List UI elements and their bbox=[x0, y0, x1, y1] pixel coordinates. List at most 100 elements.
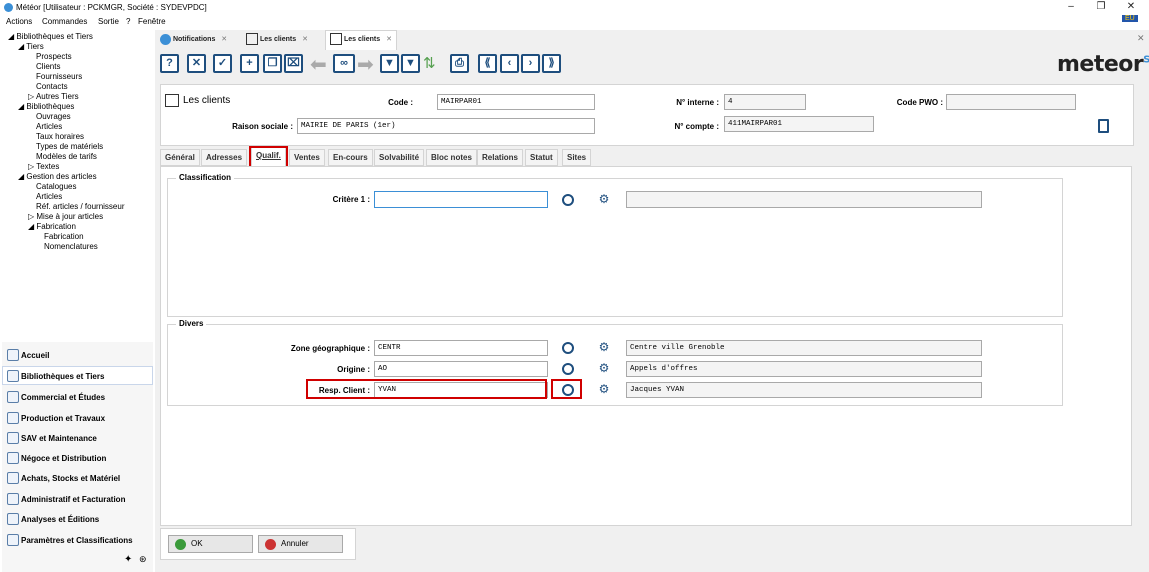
help-button[interactable]: ? bbox=[160, 54, 179, 73]
minimize-button[interactable]: – bbox=[1060, 0, 1082, 15]
sav-icon bbox=[7, 432, 19, 444]
tree-item[interactable]: ◢ Gestion des articles bbox=[18, 172, 97, 182]
menu-help[interactable]: ? bbox=[126, 17, 130, 26]
next-arrow-icon[interactable]: ➡ bbox=[357, 52, 374, 77]
nav-production[interactable]: Production et Travaux bbox=[2, 408, 153, 427]
tree-item[interactable]: Fournisseurs bbox=[36, 72, 82, 82]
resp-desc: Jacques YVAN bbox=[626, 382, 982, 398]
nav-parametres[interactable]: Paramètres et Classifications bbox=[2, 530, 153, 549]
filter-plus-button[interactable]: ▼ bbox=[401, 54, 420, 73]
tree-item[interactable]: ◢ Bibliothèques bbox=[18, 102, 74, 112]
tab-general[interactable]: Général bbox=[160, 149, 200, 166]
gear-icon[interactable]: ⚙ bbox=[598, 341, 610, 353]
maximize-button[interactable]: ❐ bbox=[1090, 0, 1112, 15]
zone-label: Zone géographique : bbox=[290, 344, 370, 353]
prev-button[interactable]: ‹ bbox=[500, 54, 519, 73]
copy-button[interactable]: ❐ bbox=[263, 54, 282, 73]
tree-item[interactable]: ▷ Mise à jour articles bbox=[28, 212, 103, 222]
tab-statut[interactable]: Statut bbox=[525, 149, 558, 166]
search-icon[interactable] bbox=[562, 342, 574, 354]
nav-bibliotheques[interactable]: Bibliothèques et Tiers bbox=[2, 366, 153, 385]
nav-administratif[interactable]: Administratif et Facturation bbox=[2, 489, 153, 508]
tree-item[interactable]: Clients bbox=[36, 62, 60, 72]
nav-commercial[interactable]: Commercial et Études bbox=[2, 387, 153, 406]
close-tab-icon[interactable]: ✕ bbox=[386, 36, 392, 43]
tree-item[interactable]: ▷ Textes bbox=[28, 162, 59, 172]
tree-item[interactable]: ▷ Autres Tiers bbox=[28, 92, 79, 102]
tree-item[interactable]: ◢ Fabrication bbox=[28, 222, 76, 232]
close-all-icon[interactable]: ✕ bbox=[1137, 33, 1145, 44]
code-field[interactable]: MAIRPAR01 bbox=[437, 94, 595, 110]
nav-achats[interactable]: Achats, Stocks et Matériel bbox=[2, 468, 153, 487]
menu-sortie[interactable]: Sortie bbox=[98, 17, 119, 26]
nav-accueil[interactable]: Accueil bbox=[2, 345, 153, 364]
tab-solvabilite[interactable]: Solvabilité bbox=[374, 149, 425, 166]
filter-button[interactable]: ▼ bbox=[380, 54, 399, 73]
next-button[interactable]: › bbox=[521, 54, 540, 73]
tab-bloc-notes[interactable]: Bloc notes bbox=[426, 149, 477, 166]
collapse-icon[interactable]: ⊛ bbox=[139, 554, 147, 565]
ok-button[interactable]: OK bbox=[168, 535, 253, 553]
cancel-button[interactable]: Annuler bbox=[258, 535, 343, 553]
menu-commandes[interactable]: Commandes bbox=[42, 17, 87, 26]
first-button[interactable]: ⟪ bbox=[478, 54, 497, 73]
menu-fenetre[interactable]: Fenêtre bbox=[138, 17, 166, 26]
tab-notifications[interactable]: Notifications ✕ bbox=[160, 32, 227, 50]
tree-item[interactable]: ◢ Tiers bbox=[18, 42, 44, 52]
clear-button[interactable]: ⌧ bbox=[284, 54, 303, 73]
tree-item[interactable]: Prospects bbox=[36, 52, 72, 62]
nav-negoce[interactable]: Négoce et Distribution bbox=[2, 448, 153, 467]
close-tab-icon[interactable]: ✕ bbox=[302, 36, 308, 43]
pin-icon[interactable]: ✦ bbox=[124, 554, 132, 565]
nav-sav[interactable]: SAV et Maintenance bbox=[2, 428, 153, 447]
validate-button[interactable]: ✓ bbox=[213, 54, 232, 73]
tree-item[interactable]: Articles bbox=[36, 192, 62, 202]
add-button[interactable]: + bbox=[240, 54, 259, 73]
tab-les-clients-2[interactable]: Les clients ✕ bbox=[325, 30, 397, 50]
tree-item[interactable]: Modèles de tarifs bbox=[36, 152, 97, 162]
raison-field[interactable]: MAIRIE DE PARIS (1er) bbox=[297, 118, 595, 134]
tree-item[interactable]: Fabrication bbox=[44, 232, 84, 242]
tree-item[interactable]: Taux horaires bbox=[36, 132, 84, 142]
tab-ventes[interactable]: Ventes bbox=[289, 149, 325, 166]
tab-adresses[interactable]: Adresses bbox=[201, 149, 248, 166]
previous-arrow-icon[interactable]: ⬅ bbox=[310, 52, 327, 77]
gear-icon[interactable]: ⚙ bbox=[598, 193, 610, 205]
pwo-label: Code PWO : bbox=[896, 98, 943, 107]
last-button[interactable]: ⟫ bbox=[542, 54, 561, 73]
tree-item[interactable]: ◢ Bibliothèques et Tiers bbox=[8, 32, 93, 42]
tree-item[interactable]: Articles bbox=[36, 122, 62, 132]
tree-item[interactable]: Réf. articles / fournisseur bbox=[36, 202, 124, 212]
search-icon[interactable] bbox=[562, 363, 574, 375]
tree-item[interactable]: Ouvrages bbox=[36, 112, 71, 122]
tree-item[interactable]: Contacts bbox=[36, 82, 68, 92]
tree-item[interactable]: Types de matériels bbox=[36, 142, 103, 152]
tab-en-cours[interactable]: En-cours bbox=[328, 149, 373, 166]
negoce-icon bbox=[7, 452, 19, 464]
gear-icon[interactable]: ⚙ bbox=[598, 362, 610, 374]
sort-icon[interactable]: ⇅ bbox=[423, 54, 436, 72]
document-icon[interactable] bbox=[1098, 119, 1109, 133]
search-icon[interactable] bbox=[562, 194, 574, 206]
print-button[interactable]: ⎙ bbox=[450, 54, 469, 73]
zone-field[interactable]: CENTR bbox=[374, 340, 548, 356]
tree-item[interactable]: Nomenclatures bbox=[44, 242, 98, 252]
critere-field[interactable] bbox=[374, 191, 548, 208]
tab-les-clients-1[interactable]: Les clients ✕ bbox=[246, 32, 308, 50]
lang-badge: EU bbox=[1122, 15, 1138, 22]
gear-icon[interactable]: ⚙ bbox=[598, 383, 610, 395]
tree-item[interactable]: Catalogues bbox=[36, 182, 76, 192]
close-tab-icon[interactable]: ✕ bbox=[221, 36, 227, 43]
nav-analyses[interactable]: Analyses et Éditions bbox=[2, 509, 153, 528]
menu-actions[interactable]: Actions bbox=[6, 17, 32, 26]
critere-label: Critère 1 : bbox=[332, 195, 370, 204]
delete-button[interactable]: ✕ bbox=[187, 54, 206, 73]
close-button[interactable]: ✕ bbox=[1120, 0, 1142, 15]
origine-field[interactable]: AO bbox=[374, 361, 548, 377]
pwo-field[interactable] bbox=[946, 94, 1076, 110]
title-bar: Météor [Utilisateur : PCKMGR, Société : … bbox=[0, 0, 1149, 15]
tab-sites[interactable]: Sites bbox=[562, 149, 592, 166]
search-button[interactable]: ∞ bbox=[333, 54, 355, 73]
tab-relations[interactable]: Relations bbox=[477, 149, 524, 166]
cart-icon bbox=[7, 472, 19, 484]
